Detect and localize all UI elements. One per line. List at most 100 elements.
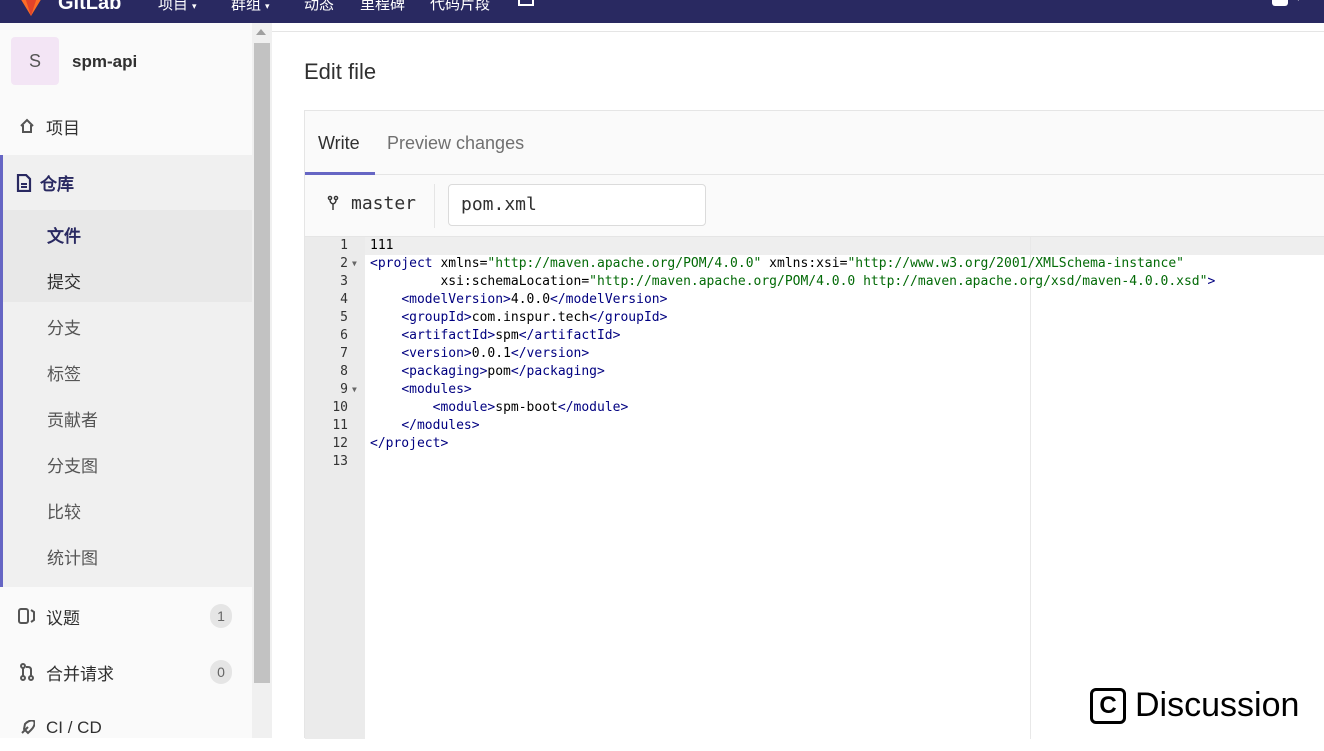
branch-icon (327, 195, 339, 216)
sidebar-subitem-tags[interactable]: 标签 (47, 360, 81, 385)
issues-icon (16, 608, 38, 624)
sidebar-item-label: 议题 (46, 608, 80, 628)
line-number: 11 (332, 418, 348, 433)
top-navbar: GitLab 项目▾ 群组▾ 动态 里程碑 代码片段 ▾ (0, 0, 1324, 23)
divider (434, 184, 435, 228)
sidebar-item-label: 仓库 (40, 175, 74, 194)
sidebar-subitem-commits[interactable]: 提交 (47, 268, 81, 293)
sidebar-item-label: 项目 (46, 118, 80, 138)
code-line[interactable]: 12 </project> (305, 435, 1324, 453)
code-editor[interactable]: 1 111 2 ▼ <project xmlns="http://maven.apach… (305, 237, 1324, 739)
code-line[interactable]: 10 <module>spm-boot</module> (305, 399, 1324, 417)
line-number: 12 (332, 436, 348, 451)
page-title: Edit file (304, 59, 377, 84)
discussion-watermark: C Discussion (1090, 686, 1299, 725)
sidebar-item-cicd[interactable]: CI / CD (0, 705, 252, 751)
line-number: 9 (340, 382, 348, 397)
code-line[interactable]: 3 xsi:schemaLocation="http://maven.apach… (305, 273, 1324, 291)
document-icon (16, 173, 32, 192)
sidebar-subitem-branches[interactable]: 分支 (47, 314, 81, 339)
code-text: <modelVersion>4.0.0</modelVersion> (401, 292, 668, 307)
sidebar-subitem-charts[interactable]: 统计图 (47, 544, 98, 569)
merge-count-badge: 0 (210, 660, 232, 684)
user-avatar-icon[interactable] (1272, 0, 1288, 6)
branch-name: master (351, 193, 417, 214)
line-number: 1 (340, 238, 348, 253)
sidebar-repository-group: 仓库 文件 提交 分支 标签 贡献者 分支图 比较 统计图 (0, 155, 252, 587)
project-name[interactable]: spm-api (72, 52, 137, 72)
sidebar-subitem-graph[interactable]: 分支图 (47, 452, 98, 477)
code-text: <artifactId>spm</artifactId> (401, 328, 621, 343)
chevron-down-icon: ▾ (265, 1, 270, 11)
line-number: 7 (340, 346, 348, 361)
discussion-watermark-text: Discussion (1135, 686, 1300, 724)
code-line[interactable]: 2 ▼ <project xmlns="http://maven.apache.or… (305, 255, 1324, 273)
project-sidebar: S spm-api 项目 仓库 文件 提交 分支 标签 贡献者 分支图 比较 统… (0, 23, 252, 738)
rocket-icon (16, 720, 38, 736)
sidebar-item-issues[interactable]: 议题 1 (0, 593, 252, 639)
code-text: 111 (370, 238, 394, 253)
code-text: </project> (370, 436, 449, 451)
line-number: 5 (340, 310, 348, 325)
fold-toggle-icon[interactable]: ▼ (352, 255, 357, 273)
code-text: <version>0.0.1</version> (401, 346, 590, 361)
line-number: 8 (340, 364, 348, 379)
snippet-icon[interactable] (518, 0, 534, 6)
merge-request-icon (16, 663, 38, 681)
tab-write[interactable]: Write (318, 133, 360, 154)
sidebar-item-label: 合并请求 (46, 664, 114, 684)
issues-count-badge: 1 (210, 604, 232, 628)
nav-projects[interactable]: 项目 ▾ (158, 0, 197, 14)
line-number: 2 (340, 256, 348, 271)
code-line[interactable]: 8 <packaging>pom</packaging> (305, 363, 1324, 381)
sidebar-subitem-compare[interactable]: 比较 (47, 498, 81, 523)
line-number: 6 (340, 328, 348, 343)
gitlab-logo-text[interactable]: GitLab (58, 0, 121, 15)
fold-toggle-icon[interactable]: ▼ (352, 381, 357, 399)
sidebar-subitem-files[interactable]: 文件 (47, 222, 81, 247)
code-text: xsi:schemaLocation="http://maven.apache.… (370, 274, 1216, 289)
file-bar: master pom.xml (305, 175, 1324, 237)
code-text: <groupId>com.inspur.tech</groupId> (401, 310, 668, 325)
code-text: <modules> (401, 382, 472, 397)
code-text: <module>spm-boot</module> (432, 400, 629, 415)
sidebar-item-project[interactable]: 项目 (0, 103, 252, 149)
gitlab-logo-icon[interactable] (14, 0, 48, 16)
scroll-up-arrow-icon[interactable] (256, 29, 266, 35)
file-name-input[interactable]: pom.xml (448, 184, 706, 226)
nav-snippets[interactable]: 代码片段 (430, 0, 490, 14)
divider (272, 31, 1324, 32)
line-number: 4 (340, 292, 348, 307)
code-text: </modules> (401, 418, 480, 433)
code-line[interactable]: 11 </modules> (305, 417, 1324, 435)
code-text: <project xmlns="http://maven.apache.org/… (370, 256, 1184, 271)
nav-activity[interactable]: 动态 (304, 0, 334, 14)
editor-tabs: Write Preview changes (305, 111, 1324, 175)
project-avatar[interactable]: S (11, 37, 59, 85)
nav-milestones[interactable]: 里程碑 (360, 0, 405, 14)
code-text: <packaging>pom</packaging> (401, 364, 605, 379)
code-line[interactable]: 1 111 (305, 237, 1324, 255)
active-submenu-highlight (3, 210, 252, 302)
code-line[interactable]: 13 (305, 453, 1324, 471)
line-number: 13 (332, 454, 348, 469)
sidebar-item-merge-requests[interactable]: 合并请求 0 (0, 649, 252, 695)
tab-preview-changes[interactable]: Preview changes (387, 133, 524, 154)
sidebar-subitem-contributors[interactable]: 贡献者 (47, 406, 98, 431)
line-number: 3 (340, 274, 348, 289)
code-line[interactable]: 7 <version>0.0.1</version> (305, 345, 1324, 363)
discussion-logo-icon: C (1090, 687, 1126, 724)
code-line[interactable]: 9 ▼ <modules> (305, 381, 1324, 399)
code-line[interactable]: 6 <artifactId>spm</artifactId> (305, 327, 1324, 345)
sidebar-scrollbar[interactable] (252, 23, 272, 738)
nav-groups[interactable]: 群组 ▾ (231, 0, 270, 14)
chevron-down-icon[interactable]: ▾ (1296, 0, 1301, 4)
sidebar-item-repository[interactable]: 仓库 (3, 155, 252, 210)
file-editor: Write Preview changes master pom.xml 1 11… (304, 110, 1324, 739)
sidebar-item-label: CI / CD (46, 718, 102, 737)
line-number: 10 (332, 400, 348, 415)
chevron-down-icon: ▾ (192, 1, 197, 11)
code-line[interactable]: 5 <groupId>com.inspur.tech</groupId> (305, 309, 1324, 327)
scrollbar-thumb[interactable] (254, 43, 270, 683)
code-line[interactable]: 4 <modelVersion>4.0.0</modelVersion> (305, 291, 1324, 309)
